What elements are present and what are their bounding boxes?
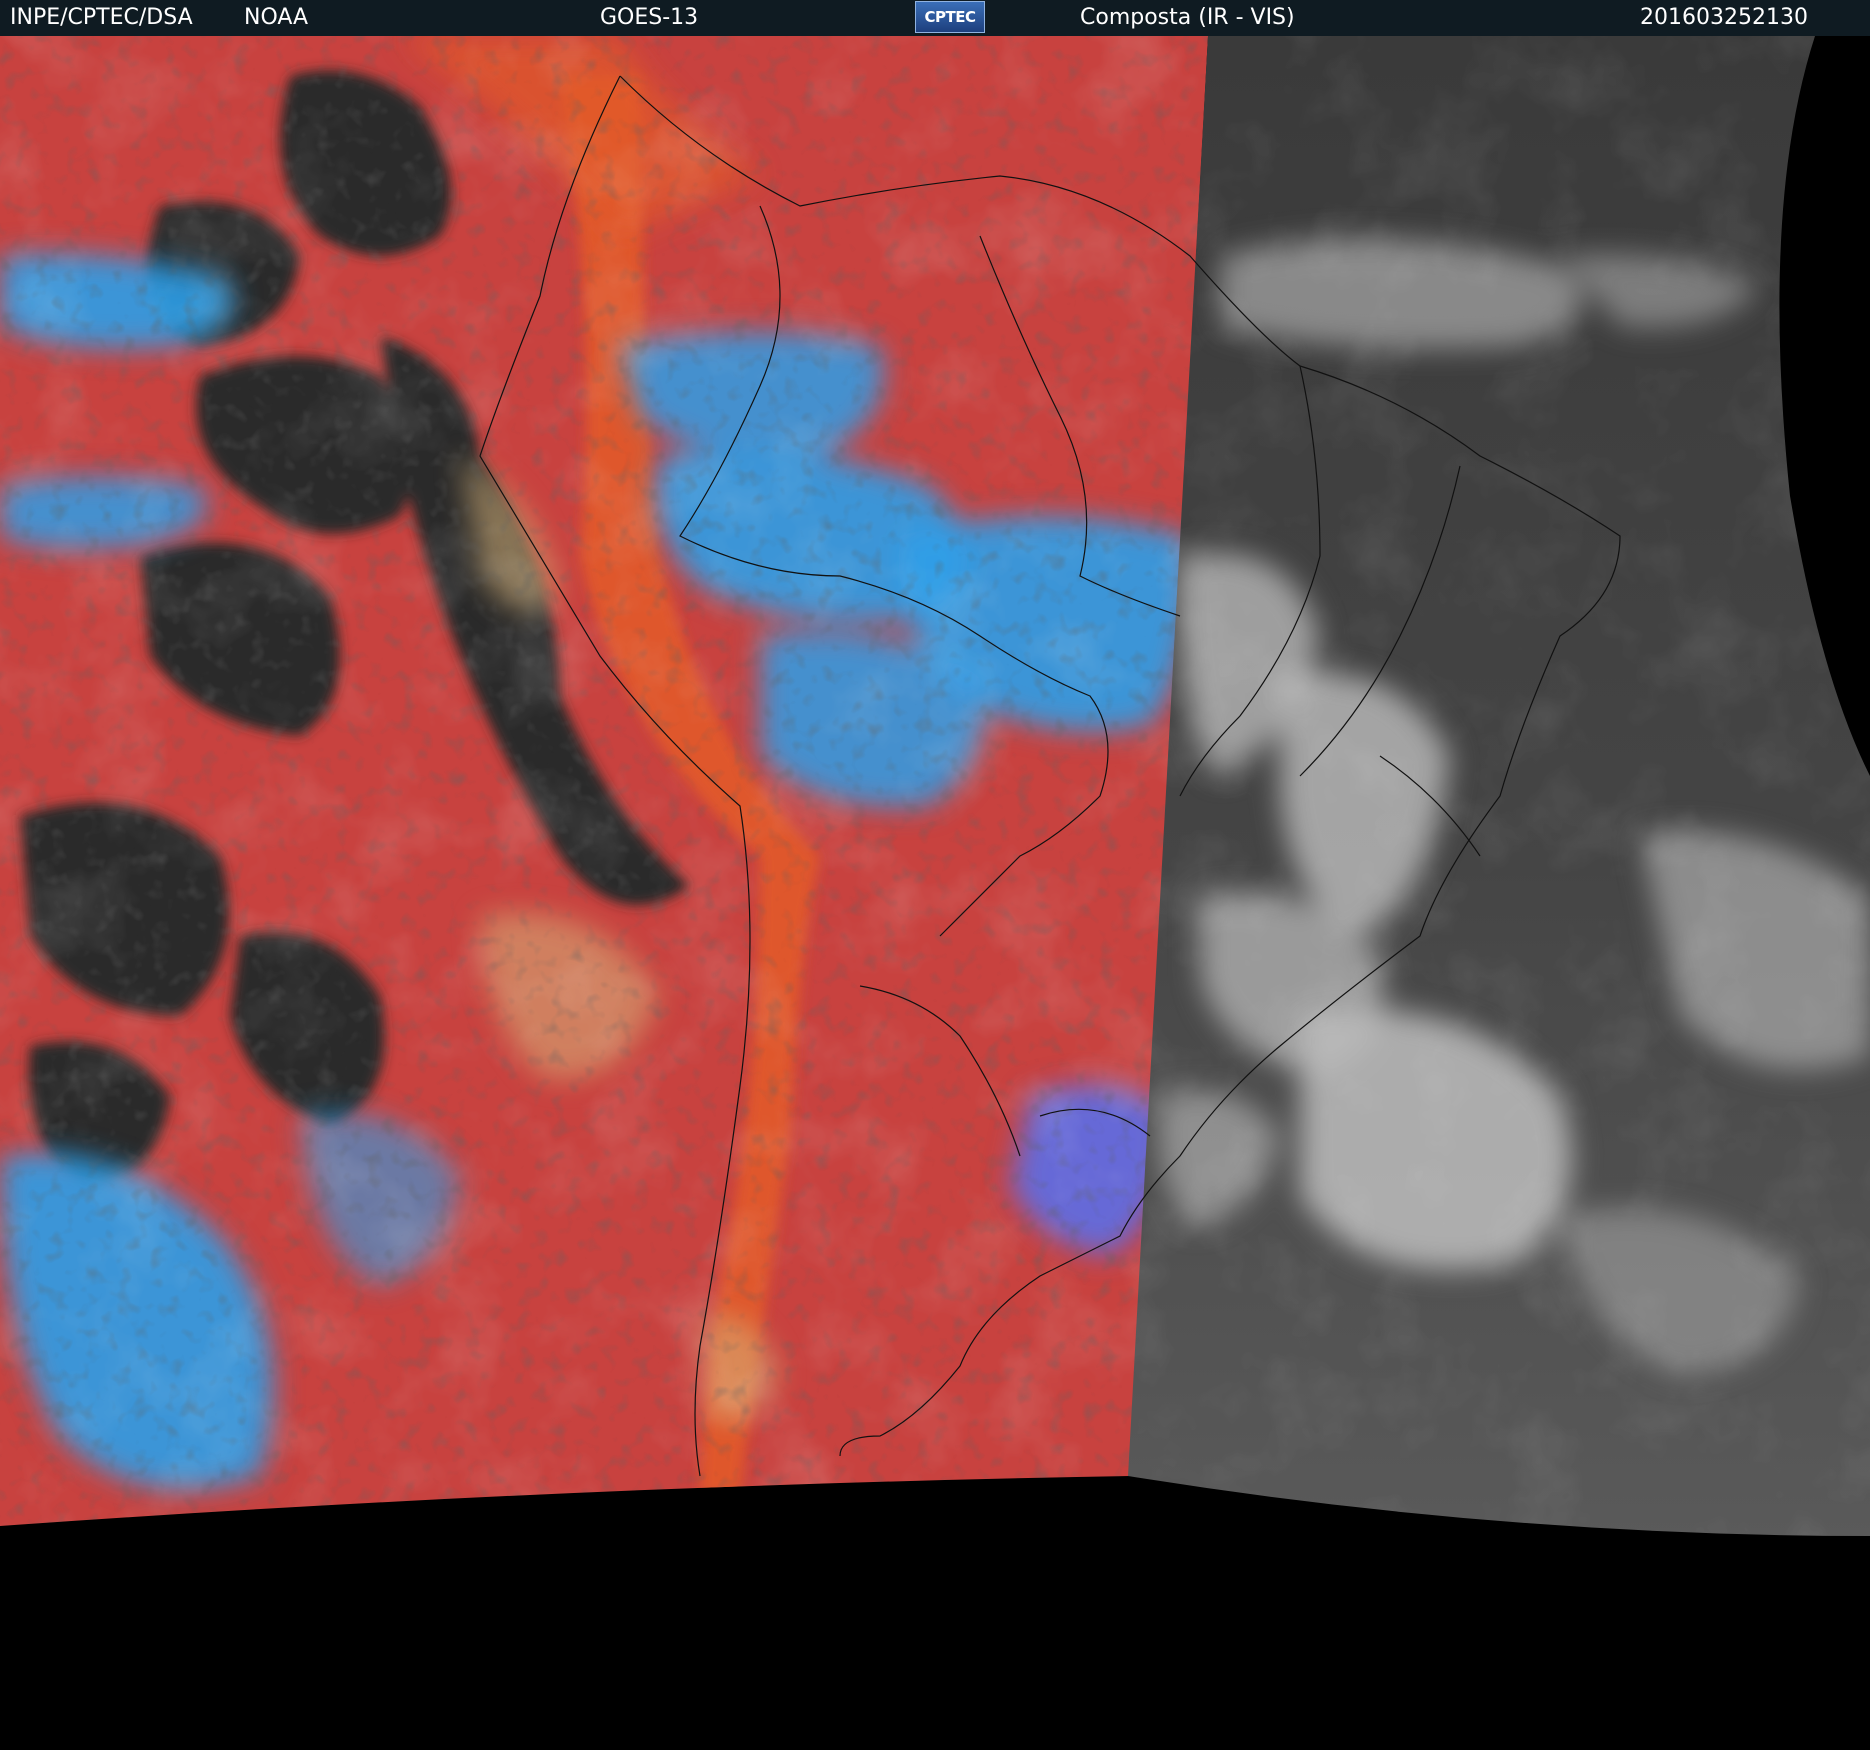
image-header-bar: INPE/CPTEC/DSA NOAA GOES-13 CPTEC Compos… (0, 0, 1870, 36)
satellite-label: GOES-13 (600, 5, 699, 30)
cptec-logo: CPTEC (915, 1, 985, 33)
cptec-logo-text: CPTEC (924, 8, 977, 26)
satellite-image (0, 36, 1870, 1750)
timestamp-label: 201603252130 (1640, 5, 1808, 30)
vis-composite-region (1128, 36, 1870, 1536)
ir-composite-region (0, 36, 1208, 1526)
organization-label: INPE/CPTEC/DSA (10, 5, 193, 30)
product-label: Composta (IR - VIS) (1080, 5, 1295, 30)
agency-label: NOAA (244, 5, 309, 30)
